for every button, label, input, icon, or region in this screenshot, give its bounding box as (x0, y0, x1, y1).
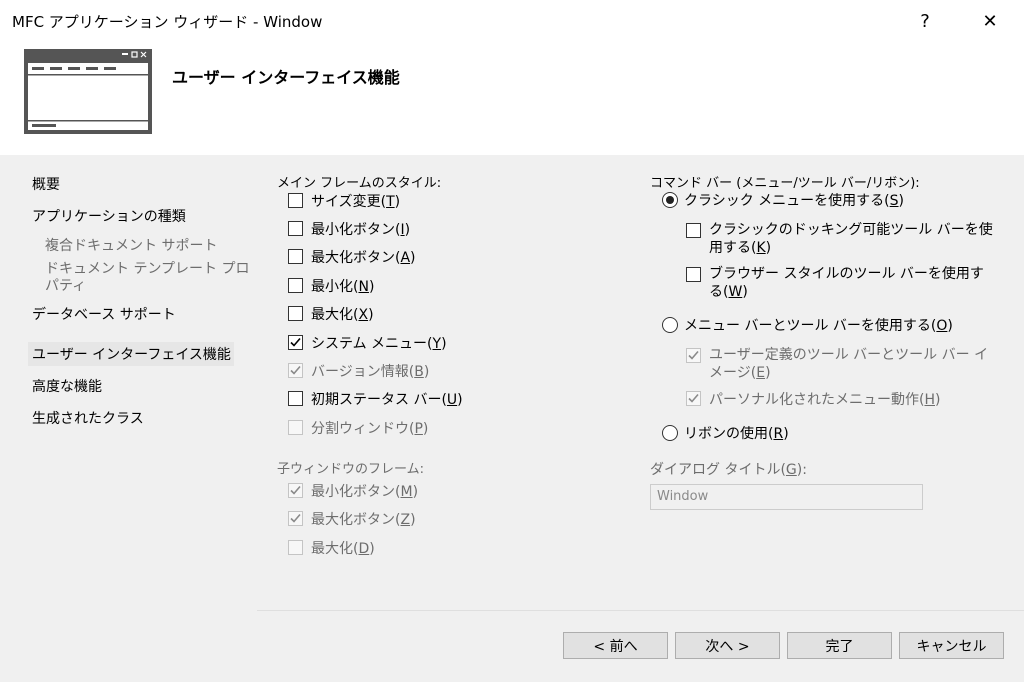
child-frame-style-label: 子ウィンドウのフレーム: (277, 462, 424, 477)
checkmark-icon (688, 393, 699, 403)
wizard-sidebar: 概要 アプリケーションの種類 複合ドキュメント サポート ドキュメント テンプレ… (0, 155, 257, 682)
browser-style-toolbar-label: ブラウザー スタイルのツール バーを使用する(W) (709, 266, 984, 300)
cancel-button[interactable]: キャンセル (899, 632, 1004, 659)
checkbox-box[interactable] (288, 278, 303, 293)
maximized-checkbox[interactable]: 最大化(X) (288, 304, 374, 324)
checkbox-box (686, 391, 701, 406)
sidebar-item-compound-document: 複合ドキュメント サポート (45, 238, 218, 254)
personalized-menu-checkbox: パーソナル化されたメニュー動作(H) (686, 389, 940, 409)
command-bar-label: コマンド バー (メニュー/ツール バー/リボン): (650, 176, 920, 191)
checkbox-box[interactable] (288, 193, 303, 208)
maximized-label: 最大化(X) (311, 307, 374, 323)
initial-status-bar-label: 初期ステータス バー(U) (311, 392, 463, 408)
checkbox-box[interactable] (686, 267, 701, 282)
page-title: ユーザー インターフェイス機能 (172, 68, 400, 87)
browser-style-toolbar-checkbox[interactable]: ブラウザー スタイルのツール バーを使用する(W) (686, 265, 996, 301)
checkbox-box[interactable] (288, 221, 303, 236)
checkbox-box (288, 511, 303, 526)
window-template-icon (24, 49, 152, 138)
sidebar-item-document-template: ドキュメント テンプレート プロパティ (45, 261, 250, 294)
resize-label: サイズ変更(T) (311, 194, 401, 210)
ribbon-radio[interactable]: リボンの使用(R) (662, 423, 789, 443)
split-window-label: 分割ウィンドウ(P) (311, 421, 429, 437)
child-minimize-button-label: 最小化ボタン(M) (311, 484, 419, 500)
user-defined-toolbar-checkbox: ユーザー定義のツール バーとツール バー イメージ(E) (686, 346, 996, 382)
checkbox-box (288, 363, 303, 378)
checkbox-box (288, 483, 303, 498)
checkbox-box[interactable] (288, 335, 303, 350)
sidebar-item-ui-features[interactable]: ユーザー インターフェイス機能 (28, 342, 234, 366)
classic-docking-toolbar-label: クラシックのドッキング可能ツール バーを使用する(K) (709, 222, 993, 256)
checkmark-icon (290, 337, 301, 347)
about-box-checkbox: バージョン情報(B) (288, 361, 429, 381)
checkbox-box[interactable] (686, 223, 701, 238)
ribbon-label: リボンの使用(R) (684, 426, 789, 442)
finish-button[interactable]: 完了 (787, 632, 892, 659)
child-minimize-button-checkbox: 最小化ボタン(M) (288, 481, 418, 501)
sidebar-item-database-support[interactable]: データベース サポート (32, 304, 176, 324)
system-menu-checkbox[interactable]: システム メニュー(Y) (288, 333, 447, 353)
child-maximize-button-label: 最大化ボタン(Z) (311, 512, 416, 528)
checkbox-box[interactable] (288, 306, 303, 321)
checkbox-box (288, 420, 303, 435)
radio-button[interactable] (662, 192, 678, 208)
about-box-label: バージョン情報(B) (311, 364, 430, 380)
classic-menu-radio[interactable]: クラシック メニューを使用する(S) (662, 190, 904, 210)
minimize-button-checkbox[interactable]: 最小化ボタン(I) (288, 219, 410, 239)
sidebar-item-generated-classes[interactable]: 生成されたクラス (32, 408, 144, 428)
checkbox-box[interactable] (288, 249, 303, 264)
child-maximize-button-checkbox: 最大化ボタン(Z) (288, 509, 416, 529)
classic-docking-toolbar-checkbox[interactable]: クラシックのドッキング可能ツール バーを使用する(K) (686, 221, 996, 257)
divider (257, 610, 1024, 611)
radio-button[interactable] (662, 425, 678, 441)
checkmark-icon (688, 350, 699, 360)
help-button[interactable]: ? (905, 4, 945, 38)
system-menu-label: システム メニュー(Y) (311, 336, 447, 352)
resize-checkbox[interactable]: サイズ変更(T) (288, 191, 400, 211)
main-frame-style-label: メイン フレームのスタイル: (277, 176, 442, 191)
checkbox-box[interactable] (288, 391, 303, 406)
prev-button[interactable]: < 前へ (563, 632, 668, 659)
menubar-toolbar-label: メニュー バーとツール バーを使用する(O) (684, 318, 953, 334)
split-window-checkbox: 分割ウィンドウ(P) (288, 418, 428, 438)
window-title: MFC アプリケーション ウィザード - Window (12, 13, 323, 31)
child-maximized-checkbox: 最大化(D) (288, 538, 375, 558)
dialog-title-label: ダイアログ タイトル(G): (650, 462, 807, 478)
personalized-menu-label: パーソナル化されたメニュー動作(H) (709, 392, 941, 408)
menubar-toolbar-radio[interactable]: メニュー バーとツール バーを使用する(O) (662, 315, 953, 335)
checkmark-icon (290, 485, 301, 495)
classic-menu-label: クラシック メニューを使用する(S) (684, 193, 904, 209)
initial-status-bar-checkbox[interactable]: 初期ステータス バー(U) (288, 389, 463, 409)
sidebar-item-advanced-features[interactable]: 高度な機能 (32, 376, 102, 396)
sidebar-item-overview[interactable]: 概要 (32, 174, 60, 194)
checkbox-box (686, 348, 701, 363)
maximize-button-checkbox[interactable]: 最大化ボタン(A) (288, 247, 416, 267)
radio-button[interactable] (662, 317, 678, 333)
checkmark-icon (290, 513, 301, 523)
minimized-checkbox[interactable]: 最小化(N) (288, 276, 374, 296)
user-defined-toolbar-label: ユーザー定義のツール バーとツール バー イメージ(E) (709, 347, 989, 381)
minimize-button-label: 最小化ボタン(I) (311, 222, 411, 238)
minimized-label: 最小化(N) (311, 279, 375, 295)
maximize-button-label: 最大化ボタン(A) (311, 250, 416, 266)
child-maximized-label: 最大化(D) (311, 541, 375, 557)
next-button[interactable]: 次へ > (675, 632, 780, 659)
checkmark-icon (290, 365, 301, 375)
checkbox-box (288, 540, 303, 555)
close-button[interactable]: ✕ (970, 4, 1010, 38)
sidebar-item-application-type[interactable]: アプリケーションの種類 (32, 206, 186, 226)
dialog-title-input[interactable]: Window (650, 484, 923, 510)
